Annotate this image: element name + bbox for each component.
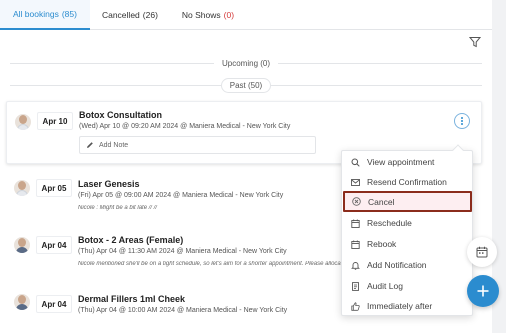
booking-actions-menu: View appointment Resend Confirmation Can… bbox=[341, 144, 474, 316]
menu-item-label: Resend Confirmation bbox=[367, 177, 447, 187]
menu-item-immediately-after[interactable]: Immediately after bbox=[342, 296, 474, 316]
booking-details: (Wed) Apr 10 @ 09:20 AM 2024 @ Maniera M… bbox=[79, 123, 291, 130]
menu-item-label: Reschedule bbox=[367, 218, 412, 228]
booking-title: Laser Genesis bbox=[78, 179, 140, 189]
menu-item-add-notification[interactable]: Add Notification bbox=[342, 255, 474, 275]
plus-icon bbox=[477, 285, 489, 297]
tab-all-bookings[interactable]: All bookings (85) bbox=[0, 0, 90, 30]
avatar bbox=[14, 294, 30, 310]
thumbs-up-icon bbox=[351, 301, 360, 311]
add-booking-button[interactable] bbox=[467, 275, 499, 307]
document-icon bbox=[352, 281, 359, 291]
calendar-icon bbox=[351, 240, 360, 249]
booking-note: Nicole mentioned she'll be on a tight sc… bbox=[78, 261, 346, 267]
tab-no-shows[interactable]: No Shows (0) bbox=[170, 0, 246, 30]
tab-cancelled[interactable]: Cancelled (26) bbox=[90, 0, 170, 30]
tab-label: Cancelled bbox=[101, 10, 140, 20]
calendar-icon bbox=[351, 219, 360, 228]
avatar bbox=[14, 237, 30, 253]
menu-item-label: Rebook bbox=[367, 239, 397, 249]
booking-details: (Thu) Apr 04 @ 10:00 AM 2024 @ Maniera M… bbox=[78, 307, 288, 314]
menu-item-reschedule[interactable]: Reschedule bbox=[342, 213, 474, 233]
calendar-icon bbox=[476, 246, 488, 258]
booking-details: (Fri) Apr 05 @ 09:00 AM 2024 @ Maniera M… bbox=[78, 192, 284, 199]
menu-item-audit-log[interactable]: Audit Log bbox=[342, 276, 474, 296]
pencil-icon bbox=[87, 142, 93, 148]
menu-item-rebook[interactable]: Rebook bbox=[342, 234, 474, 254]
tab-count: (0) bbox=[223, 10, 235, 20]
add-note-label: Add Note bbox=[99, 141, 129, 149]
booking-title: Botox - 2 Areas (Female) bbox=[78, 235, 184, 245]
past-divider: Past (50) bbox=[10, 77, 482, 93]
booking-title: Dermal Fillers 1ml Cheek bbox=[78, 294, 186, 304]
tab-count: (85) bbox=[61, 9, 77, 19]
menu-item-cancel[interactable]: Cancel bbox=[343, 191, 472, 212]
calendar-view-button[interactable] bbox=[467, 237, 497, 267]
menu-item-label: Add Notification bbox=[367, 260, 427, 270]
past-label: Past (50) bbox=[220, 77, 272, 93]
avatar bbox=[15, 114, 31, 130]
bookings-panel: All bookings (85) Cancelled (26) No Show… bbox=[0, 0, 492, 333]
booking-date: Apr 04 bbox=[36, 236, 72, 254]
tab-label: No Shows bbox=[181, 10, 221, 20]
upcoming-label: Upcoming (0) bbox=[222, 58, 271, 68]
bell-icon bbox=[351, 261, 360, 270]
avatar bbox=[14, 180, 30, 196]
booking-date: Apr 04 bbox=[36, 295, 72, 313]
menu-item-label: Immediately after bbox=[367, 301, 433, 311]
filter-icon[interactable] bbox=[469, 36, 481, 48]
menu-item-view-appointment[interactable]: View appointment bbox=[342, 152, 474, 172]
booking-title: Botox Consultation bbox=[79, 110, 162, 120]
tab-count: (26) bbox=[142, 10, 158, 20]
booking-details: (Thu) Apr 04 @ 11:30 AM 2024 @ Maniera M… bbox=[78, 248, 287, 255]
booking-tabs: All bookings (85) Cancelled (26) No Show… bbox=[0, 0, 492, 30]
upcoming-divider: Upcoming (0) bbox=[10, 56, 483, 70]
cancel-circle-icon bbox=[352, 197, 361, 206]
menu-item-label: Cancel bbox=[368, 196, 395, 207]
tab-label: All bookings bbox=[13, 9, 59, 19]
envelope-icon bbox=[351, 178, 360, 186]
menu-item-label: View appointment bbox=[367, 157, 435, 167]
search-icon bbox=[351, 158, 360, 167]
booking-date: Apr 05 bbox=[36, 179, 72, 197]
booking-date: Apr 10 bbox=[37, 112, 73, 130]
add-note-button[interactable]: Add Note bbox=[79, 136, 316, 154]
more-options-button[interactable] bbox=[454, 113, 470, 129]
menu-item-label: Audit Log bbox=[367, 281, 403, 291]
menu-item-resend-confirmation[interactable]: Resend Confirmation bbox=[342, 172, 474, 192]
booking-note: Nicole : Might be a bit late // // bbox=[78, 205, 158, 211]
